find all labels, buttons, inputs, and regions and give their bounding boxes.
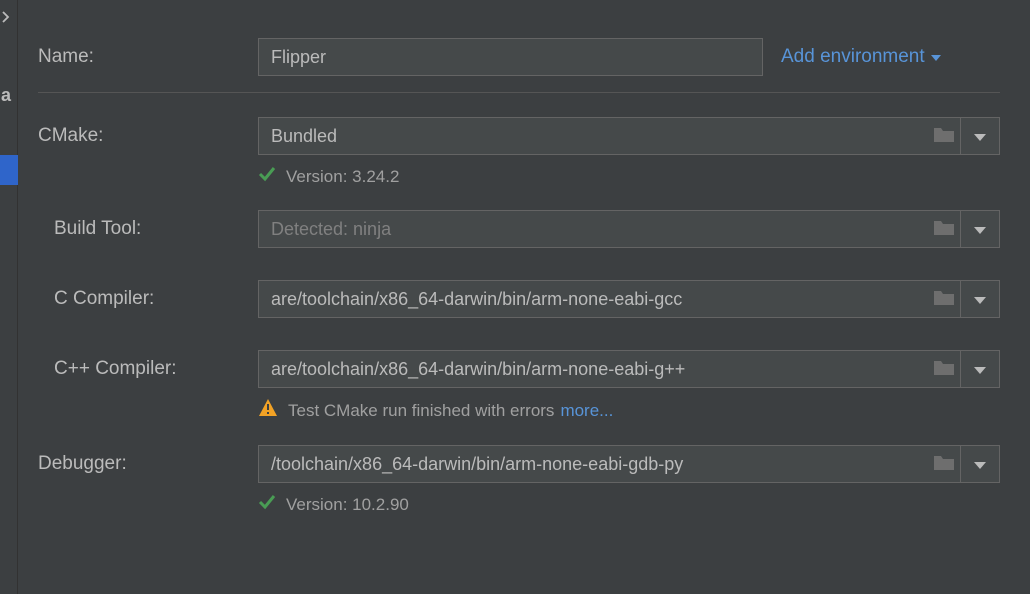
separator [38,92,1000,93]
add-environment-label: Add environment [781,46,925,68]
add-environment-link[interactable]: Add environment [781,46,941,68]
c-compiler-row: C Compiler: are/toolchain/x86_64-darwin/… [38,280,1000,318]
cmake-status: Version: 3.24.2 [258,165,1000,188]
more-link[interactable]: more... [560,401,613,421]
chevron-down-icon [974,126,986,147]
build-tool-dropdown-button[interactable] [960,210,1000,248]
c-compiler-browse-button[interactable] [928,280,960,318]
cpp-compiler-label: C++ Compiler: [38,358,258,380]
build-tool-row: Build Tool: Detected: ninja [38,210,1000,248]
name-row: Name: Add environment [38,38,1000,76]
warning-icon [258,398,278,423]
debugger-combo[interactable]: /toolchain/x86_64-darwin/bin/arm-none-ea… [258,445,1000,483]
chevron-down-icon [931,46,941,68]
cmake-version-text: Version: 3.24.2 [286,167,399,187]
cpp-compiler-value: are/toolchain/x86_64-darwin/bin/arm-none… [258,350,928,388]
debugger-status: Version: 10.2.90 [258,493,1000,516]
c-compiler-dropdown-button[interactable] [960,280,1000,318]
debugger-label: Debugger: [38,453,258,475]
chevron-down-icon [974,454,986,475]
folder-icon [933,125,955,148]
cmake-row: CMake: Bundled [38,117,1000,155]
folder-icon [933,358,955,381]
cmake-label: CMake: [38,125,258,147]
folder-icon [933,288,955,311]
c-compiler-value: are/toolchain/x86_64-darwin/bin/arm-none… [258,280,928,318]
compiler-warning-status: Test CMake run finished with errors more… [258,398,1000,423]
debugger-version-text: Version: 10.2.90 [286,495,409,515]
toolchain-settings-form: Name: Add environment CMake: Bundled [38,38,1000,538]
check-icon [258,165,276,188]
chevron-down-icon [974,289,986,310]
build-tool-label: Build Tool: [38,218,258,240]
build-tool-value: Detected: ninja [258,210,928,248]
cpp-compiler-row: C++ Compiler: are/toolchain/x86_64-darwi… [38,350,1000,388]
cmake-browse-button[interactable] [928,117,960,155]
cpp-compiler-dropdown-button[interactable] [960,350,1000,388]
left-sidebar: a [0,0,18,594]
chevron-right-icon[interactable] [2,10,10,26]
chevron-down-icon [974,359,986,380]
sidebar-selected-marker [0,155,18,185]
chevron-down-icon [974,219,986,240]
name-input[interactable] [258,38,763,76]
name-label: Name: [38,46,258,68]
build-tool-combo[interactable]: Detected: ninja [258,210,1000,248]
cmake-combo[interactable]: Bundled [258,117,1000,155]
c-compiler-label: C Compiler: [38,288,258,310]
folder-icon [933,453,955,476]
debugger-value: /toolchain/x86_64-darwin/bin/arm-none-ea… [258,445,928,483]
check-icon [258,493,276,516]
cpp-compiler-browse-button[interactable] [928,350,960,388]
c-compiler-combo[interactable]: are/toolchain/x86_64-darwin/bin/arm-none… [258,280,1000,318]
name-field-group: Add environment [258,38,1000,76]
debugger-row: Debugger: /toolchain/x86_64-darwin/bin/a… [38,445,1000,483]
compiler-error-text: Test CMake run finished with errors [288,401,554,421]
cpp-compiler-combo[interactable]: are/toolchain/x86_64-darwin/bin/arm-none… [258,350,1000,388]
sidebar-tab-label[interactable]: a [1,85,11,106]
cmake-value: Bundled [258,117,928,155]
cmake-dropdown-button[interactable] [960,117,1000,155]
debugger-browse-button[interactable] [928,445,960,483]
folder-icon [933,218,955,241]
debugger-dropdown-button[interactable] [960,445,1000,483]
build-tool-browse-button[interactable] [928,210,960,248]
